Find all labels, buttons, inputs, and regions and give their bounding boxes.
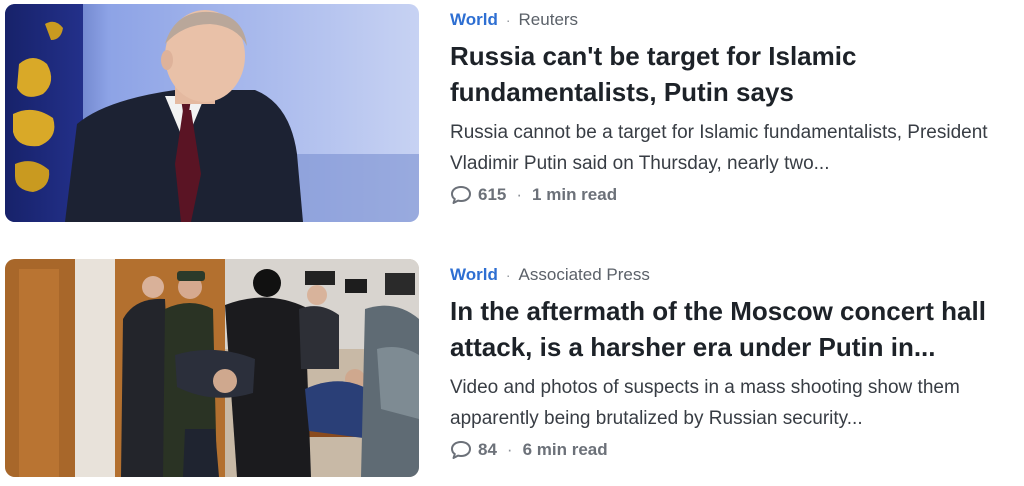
news-feed: World · Reuters Russia can't be target for… bbox=[0, 0, 1024, 486]
article-thumbnail[interactable] bbox=[5, 4, 419, 222]
read-time: 1 min read bbox=[532, 185, 618, 204]
article-stats: 615 · 1 min read bbox=[450, 182, 617, 208]
category-link[interactable]: World bbox=[450, 265, 498, 284]
meta-separator: · bbox=[505, 267, 511, 283]
article-headline[interactable]: Russia can't be target for Islamic funda… bbox=[450, 38, 1020, 110]
comment-icon bbox=[451, 441, 471, 459]
stats-separator: · bbox=[516, 185, 523, 204]
comment-count: 84 bbox=[478, 440, 497, 459]
stats-separator: · bbox=[506, 440, 513, 459]
article-headline[interactable]: In the aftermath of the Moscow concert h… bbox=[450, 293, 1020, 365]
article-stats: 84 · 6 min read bbox=[450, 437, 608, 463]
article-thumbnail[interactable] bbox=[5, 259, 419, 477]
source-name: Associated Press bbox=[518, 265, 650, 284]
photo-man-in-suit bbox=[5, 4, 419, 222]
comment-icon bbox=[451, 186, 471, 204]
category-link[interactable]: World bbox=[450, 10, 498, 29]
comments-button[interactable]: 615 bbox=[450, 185, 506, 205]
article-summary: Video and photos of suspects in a mass s… bbox=[450, 377, 960, 429]
article-meta: World · Reuters bbox=[450, 8, 578, 32]
photo-crowd-courtroom bbox=[5, 259, 419, 477]
source-name: Reuters bbox=[518, 10, 579, 29]
article-summary: Russia cannot be a target for Islamic fu… bbox=[450, 122, 988, 174]
comment-count: 615 bbox=[478, 185, 507, 204]
comments-button[interactable]: 84 bbox=[450, 440, 497, 460]
read-time: 6 min read bbox=[522, 440, 608, 459]
article-meta: World · Associated Press bbox=[450, 263, 650, 287]
meta-separator: · bbox=[505, 12, 511, 28]
article-card[interactable]: World · Associated Press In the aftermath … bbox=[0, 259, 1024, 481]
article-card[interactable]: World · Reuters Russia can't be target for… bbox=[0, 4, 1024, 226]
